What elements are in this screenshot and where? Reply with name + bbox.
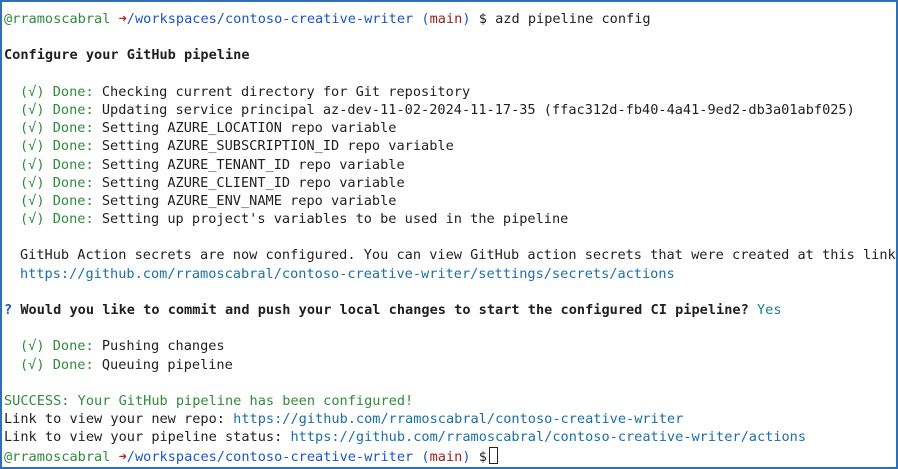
question-text: Would you like to commit and push your l…	[20, 302, 749, 318]
done-step-text: Setting AZURE_LOCATION repo variable	[101, 120, 397, 137]
prompt-line: @rramoscabral ➜/workspaces/contoso-creat…	[4, 10, 896, 28]
command-text: azd pipeline config	[495, 11, 651, 27]
status-link-label: Link to view your pipeline status:	[4, 429, 283, 446]
done-step: (√) Done: Checking current directory for…	[4, 83, 896, 101]
prompt-user: @rramoscabral	[4, 11, 111, 27]
prompt-branch-close: )	[462, 448, 471, 465]
done-step: (√) Done: Setting AZURE_CLIENT_ID repo v…	[4, 174, 896, 192]
repo-link-line: Link to view your new repo: https://gith…	[4, 410, 896, 428]
terminal-window[interactable]: @rramoscabral ➜/workspaces/contoso-creat…	[0, 0, 898, 469]
done-step-text: Setting AZURE_TENANT_ID repo variable	[101, 156, 405, 173]
section-heading: Configure your GitHub pipeline	[4, 47, 250, 64]
done-prefix: (√) Done:	[20, 338, 94, 355]
final-prompt-line: @rramoscabral ➜/workspaces/contoso-creat…	[4, 446, 896, 465]
question-line: ? Would you like to commit and push your…	[4, 301, 896, 319]
text-cursor-icon[interactable]	[488, 446, 498, 464]
prompt-arrow-icon: ➜	[118, 11, 127, 27]
done-step-text: Checking current directory for Git repos…	[101, 83, 471, 100]
success-message: SUCCESS: Your GitHub pipeline has been c…	[4, 392, 414, 409]
done-step-text: Setting AZURE_ENV_NAME repo variable	[101, 192, 397, 209]
status-link-line: Link to view your pipeline status: https…	[4, 428, 896, 446]
done-prefix: (√) Done:	[20, 83, 94, 100]
prompt-arrow-icon: ➜	[118, 448, 127, 465]
done-step-text: Setting AZURE_SUBSCRIPTION_ID repo varia…	[101, 138, 454, 155]
done-prefix: (√) Done:	[20, 356, 94, 373]
step-list: (√) Done: Checking current directory for…	[4, 83, 896, 229]
prompt-path: /workspaces/contoso-creative-writer	[126, 448, 414, 465]
prompt-branch: main	[429, 448, 463, 465]
done-step: (√) Done: Setting AZURE_ENV_NAME repo va…	[4, 192, 896, 210]
done-step-text: Pushing changes	[101, 338, 225, 355]
done-step: (√) Done: Pushing changes	[4, 337, 896, 355]
done-prefix: (√) Done:	[20, 101, 94, 118]
done-prefix: (√) Done:	[20, 138, 94, 155]
done-step-text: Setting up project's variables to be use…	[101, 211, 569, 228]
push-step-list: (√) Done: Pushing changes (√) Done: Queui…	[4, 337, 896, 373]
question-answer: Yes	[756, 302, 782, 318]
done-prefix: (√) Done:	[20, 192, 94, 209]
done-step: (√) Done: Setting AZURE_SUBSCRIPTION_ID …	[4, 137, 896, 155]
prompt-branch-close: )	[462, 11, 471, 27]
status-link[interactable]: https://github.com/rramoscabral/contoso-…	[290, 429, 806, 445]
done-prefix: (√) Done:	[20, 120, 94, 137]
done-step: (√) Done: Setting up project's variables…	[4, 210, 896, 228]
repo-link-label: Link to view your new repo:	[4, 411, 225, 428]
prompt-branch-open: (	[421, 448, 430, 465]
prompt-symbol: $	[478, 11, 487, 27]
prompt-symbol: $	[478, 448, 487, 465]
prompt-branch-open: (	[421, 11, 430, 27]
prompt-user: @rramoscabral	[4, 448, 111, 465]
question-mark-icon: ?	[4, 302, 13, 318]
secrets-message: GitHub Action secrets are now configured…	[20, 247, 898, 264]
done-step: (√) Done: Setting AZURE_TENANT_ID repo v…	[4, 156, 896, 174]
done-prefix: (√) Done:	[20, 174, 94, 191]
done-step-text: Updating service principal az-dev-11-02-…	[101, 101, 855, 118]
done-prefix: (√) Done:	[20, 211, 94, 228]
done-prefix: (√) Done:	[20, 156, 94, 173]
prompt-branch: main	[429, 11, 463, 27]
repo-link[interactable]: https://github.com/rramoscabral/contoso-…	[233, 411, 683, 427]
done-step-text: Setting AZURE_CLIENT_ID repo variable	[101, 174, 405, 191]
done-step-text: Queuing pipeline	[101, 356, 233, 373]
done-step: (√) Done: Setting AZURE_LOCATION repo va…	[4, 119, 896, 137]
done-step: (√) Done: Queuing pipeline	[4, 356, 896, 374]
prompt-path: /workspaces/contoso-creative-writer	[126, 11, 414, 27]
done-step: (√) Done: Updating service principal az-…	[4, 101, 896, 119]
secrets-link[interactable]: https://github.com/rramoscabral/contoso-…	[4, 265, 896, 283]
